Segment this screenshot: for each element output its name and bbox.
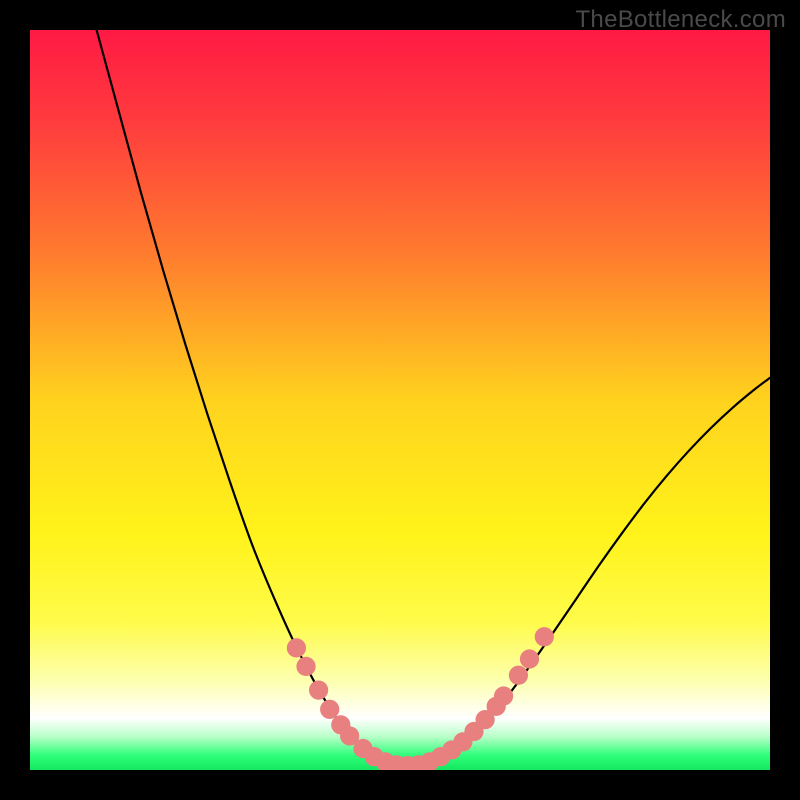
marker-dot <box>535 627 554 646</box>
marker-dot <box>509 666 528 685</box>
marker-dot <box>296 657 315 676</box>
chart-background <box>30 30 770 770</box>
watermark-text: TheBottleneck.com <box>575 6 786 34</box>
app-frame: TheBottleneck.com <box>0 0 800 800</box>
marker-dot <box>309 680 328 699</box>
plot-area <box>30 30 770 770</box>
marker-dot <box>520 649 539 668</box>
marker-dot <box>287 638 306 657</box>
bottleneck-chart <box>30 30 770 770</box>
marker-dot <box>494 686 513 705</box>
marker-dot <box>320 700 339 719</box>
